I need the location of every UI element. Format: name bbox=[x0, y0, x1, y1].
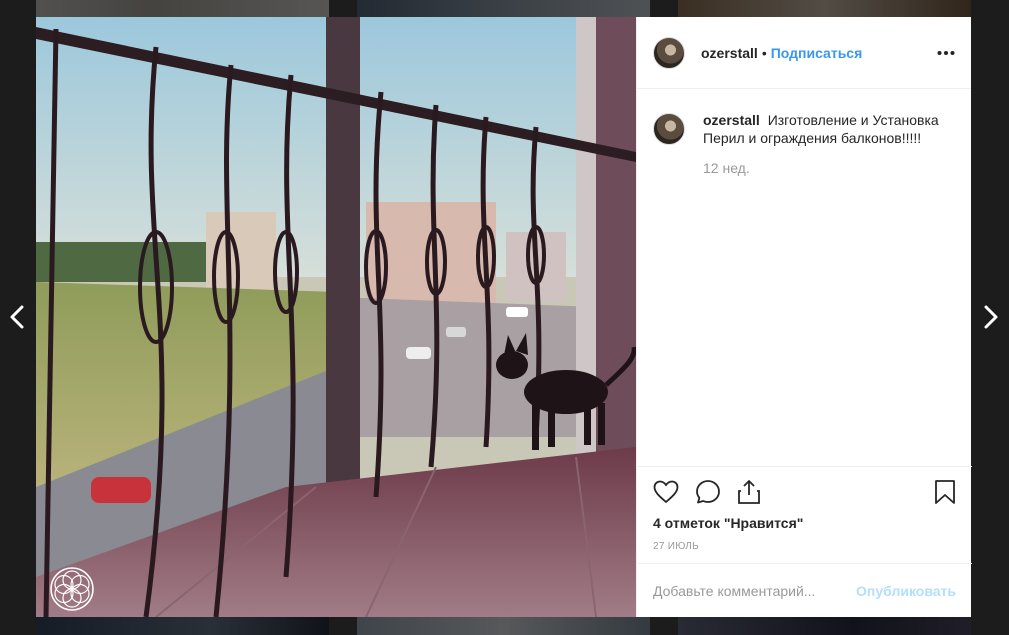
share-button[interactable] bbox=[737, 479, 761, 505]
post-header: ozerstall • Подписаться bbox=[637, 17, 971, 89]
separator-dot: • bbox=[761, 44, 767, 61]
caption-timestamp[interactable]: 12 нед. bbox=[703, 159, 943, 177]
author-username[interactable]: ozerstall bbox=[701, 45, 758, 61]
share-icon bbox=[738, 480, 760, 504]
heart-icon bbox=[653, 480, 679, 504]
next-post-button[interactable] bbox=[976, 300, 1006, 334]
avatar[interactable] bbox=[653, 113, 685, 145]
chevron-right-icon bbox=[984, 305, 998, 329]
follow-button[interactable]: Подписаться bbox=[771, 45, 863, 61]
save-button[interactable] bbox=[934, 479, 956, 505]
caption-comment: ozerstall Изготовление и Установка Перил… bbox=[653, 111, 955, 177]
avatar[interactable] bbox=[653, 36, 685, 69]
publish-button[interactable]: Опубликовать bbox=[856, 583, 956, 599]
like-button[interactable] bbox=[653, 480, 679, 504]
post-details-panel: ozerstall • Подписаться ozerstall Изгото… bbox=[636, 17, 972, 617]
post-photo[interactable] bbox=[36, 17, 636, 617]
more-options-button[interactable] bbox=[937, 50, 955, 56]
comment-icon bbox=[696, 480, 720, 504]
add-comment-form: Опубликовать bbox=[637, 563, 972, 617]
post-actions: 4 отметок "Нравится" 27 ИЮЛЬ bbox=[637, 466, 972, 552]
watermark-logo bbox=[50, 567, 94, 611]
chevron-left-icon bbox=[10, 305, 24, 329]
comment-button[interactable] bbox=[695, 479, 721, 505]
balcony-railing-photo bbox=[36, 17, 636, 617]
comment-input[interactable] bbox=[653, 582, 857, 599]
likes-count[interactable]: 4 отметок "Нравится" bbox=[653, 515, 956, 531]
bookmark-icon bbox=[935, 480, 955, 504]
post-modal: ozerstall • Подписаться ozerstall Изгото… bbox=[36, 17, 972, 617]
more-options-icon bbox=[937, 50, 955, 55]
comments-section: ozerstall Изготовление и Установка Перил… bbox=[637, 89, 971, 177]
previous-post-button[interactable] bbox=[2, 300, 32, 334]
post-date[interactable]: 27 ИЮЛЬ bbox=[653, 541, 956, 552]
caption-username[interactable]: ozerstall bbox=[703, 112, 760, 128]
